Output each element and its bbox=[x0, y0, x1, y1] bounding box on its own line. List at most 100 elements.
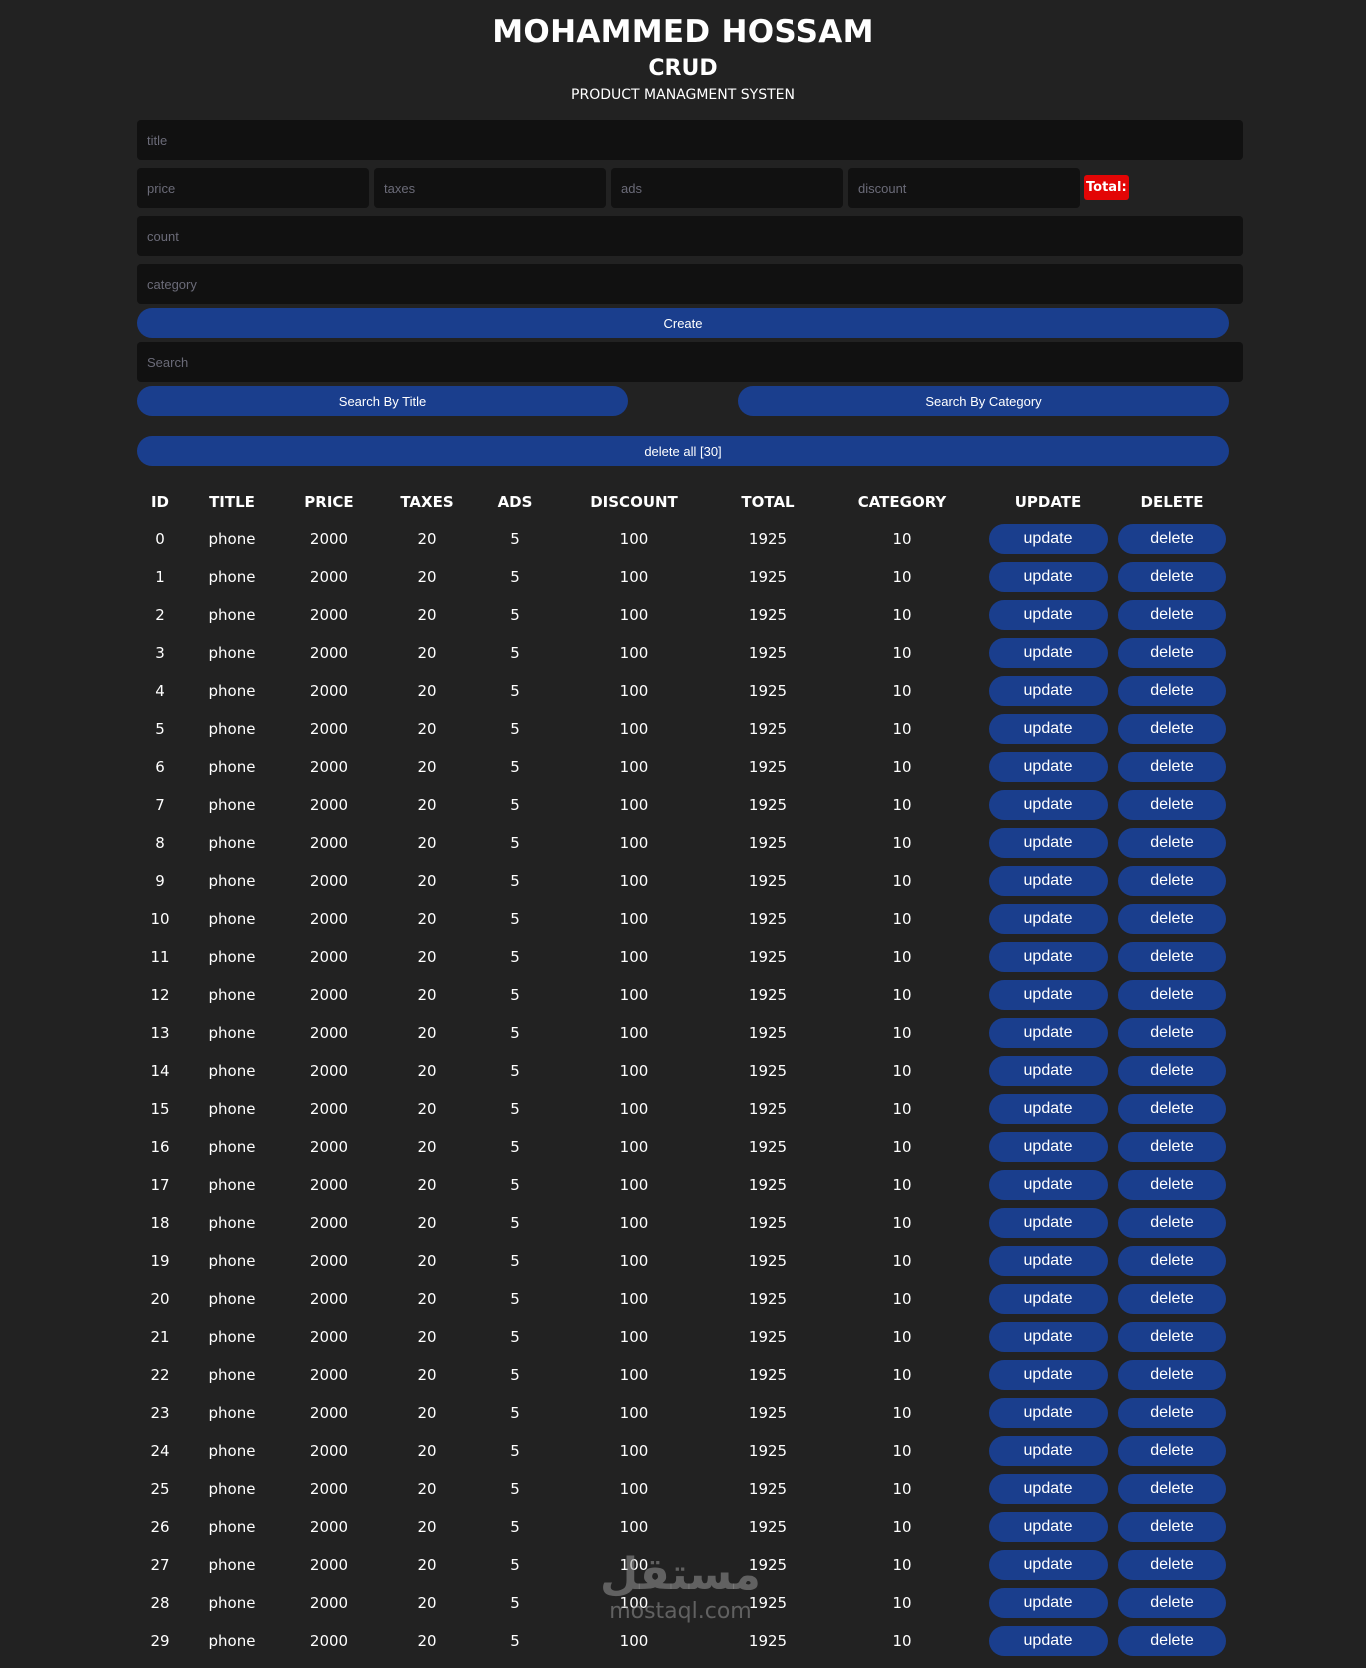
delete-button[interactable]: delete bbox=[1118, 1056, 1226, 1086]
delete-button[interactable]: delete bbox=[1118, 1588, 1226, 1618]
delete-button[interactable]: delete bbox=[1118, 1550, 1226, 1580]
price-input[interactable] bbox=[137, 168, 369, 208]
delete-button[interactable]: delete bbox=[1118, 524, 1226, 554]
cell-price: 2000 bbox=[309, 1176, 349, 1194]
delete-all-button[interactable]: delete all [30] bbox=[137, 436, 1229, 466]
delete-button[interactable]: delete bbox=[1118, 1322, 1226, 1352]
delete-button[interactable]: delete bbox=[1118, 1626, 1226, 1656]
update-button[interactable]: update bbox=[988, 562, 1108, 592]
delete-button[interactable]: delete bbox=[1118, 638, 1226, 668]
update-button[interactable]: update bbox=[988, 1398, 1108, 1428]
title-input[interactable] bbox=[137, 120, 1243, 160]
category-input[interactable] bbox=[137, 264, 1243, 304]
table-row: 13 phone 2000 20 5 100 1925 10 update delete bbox=[137, 1014, 1231, 1052]
delete-button[interactable]: delete bbox=[1118, 828, 1226, 858]
cell-title: phone bbox=[208, 1442, 256, 1460]
update-button[interactable]: update bbox=[988, 1436, 1108, 1466]
delete-button[interactable]: delete bbox=[1118, 1398, 1226, 1428]
delete-button[interactable]: delete bbox=[1118, 1360, 1226, 1390]
table-row: 5 phone 2000 20 5 100 1925 10 update delete bbox=[137, 710, 1231, 748]
update-button[interactable]: update bbox=[988, 1246, 1108, 1276]
update-button[interactable]: update bbox=[988, 1626, 1108, 1656]
delete-button[interactable]: delete bbox=[1118, 600, 1226, 630]
update-button[interactable]: update bbox=[988, 524, 1108, 554]
delete-button[interactable]: delete bbox=[1118, 1246, 1226, 1276]
update-button[interactable]: update bbox=[988, 1550, 1108, 1580]
cell-total: 1925 bbox=[748, 948, 788, 966]
update-button[interactable]: update bbox=[988, 1284, 1108, 1314]
update-button[interactable]: update bbox=[988, 904, 1108, 934]
cell-taxes: 20 bbox=[417, 1138, 437, 1156]
cell-category: 10 bbox=[892, 1366, 912, 1384]
update-button[interactable]: update bbox=[988, 638, 1108, 668]
delete-button[interactable]: delete bbox=[1118, 752, 1226, 782]
update-button[interactable]: update bbox=[988, 1360, 1108, 1390]
update-button[interactable]: update bbox=[988, 752, 1108, 782]
update-button[interactable]: update bbox=[988, 1056, 1108, 1086]
delete-button[interactable]: delete bbox=[1118, 980, 1226, 1010]
update-button[interactable]: update bbox=[988, 600, 1108, 630]
cell-category: 10 bbox=[892, 1594, 912, 1612]
delete-button[interactable]: delete bbox=[1118, 562, 1226, 592]
update-button[interactable]: update bbox=[988, 1018, 1108, 1048]
delete-button[interactable]: delete bbox=[1118, 714, 1226, 744]
header-discount: DISCOUNT bbox=[590, 493, 678, 511]
update-button[interactable]: update bbox=[988, 1474, 1108, 1504]
delete-button[interactable]: delete bbox=[1118, 866, 1226, 896]
search-by-category-button[interactable]: Search By Category bbox=[738, 386, 1229, 416]
cell-id: 19 bbox=[150, 1252, 170, 1270]
delete-button[interactable]: delete bbox=[1118, 790, 1226, 820]
search-by-title-button[interactable]: Search By Title bbox=[137, 386, 628, 416]
cell-ads: 5 bbox=[510, 1290, 520, 1308]
update-button[interactable]: update bbox=[988, 866, 1108, 896]
delete-button[interactable]: delete bbox=[1118, 676, 1226, 706]
cell-update: update bbox=[983, 976, 1113, 1014]
update-button[interactable]: update bbox=[988, 1512, 1108, 1542]
cell-discount: 100 bbox=[619, 1176, 649, 1194]
update-button[interactable]: update bbox=[988, 1132, 1108, 1162]
cell-update: update bbox=[983, 1394, 1113, 1432]
delete-button[interactable]: delete bbox=[1118, 1284, 1226, 1314]
cell-price: 2000 bbox=[309, 720, 349, 738]
table-row: 7 phone 2000 20 5 100 1925 10 update delete bbox=[137, 786, 1231, 824]
delete-button[interactable]: delete bbox=[1118, 1208, 1226, 1238]
cell-title: phone bbox=[208, 1404, 256, 1422]
cell-category: 10 bbox=[892, 1138, 912, 1156]
delete-button[interactable]: delete bbox=[1118, 1132, 1226, 1162]
update-button[interactable]: update bbox=[988, 714, 1108, 744]
delete-button[interactable]: delete bbox=[1118, 942, 1226, 972]
update-button[interactable]: update bbox=[988, 980, 1108, 1010]
search-input[interactable] bbox=[137, 342, 1243, 382]
app-name: CRUD bbox=[648, 56, 718, 81]
cell-taxes: 20 bbox=[417, 1328, 437, 1346]
update-button[interactable]: update bbox=[988, 942, 1108, 972]
delete-button[interactable]: delete bbox=[1118, 1018, 1226, 1048]
cell-taxes: 20 bbox=[417, 796, 437, 814]
update-button[interactable]: update bbox=[988, 1094, 1108, 1124]
cell-update: update bbox=[983, 824, 1113, 862]
create-button[interactable]: Create bbox=[137, 308, 1229, 338]
cell-delete: delete bbox=[1113, 1470, 1231, 1508]
delete-button[interactable]: delete bbox=[1118, 1512, 1226, 1542]
delete-button[interactable]: delete bbox=[1118, 1436, 1226, 1466]
update-button[interactable]: update bbox=[988, 1588, 1108, 1618]
ads-input[interactable] bbox=[611, 168, 843, 208]
delete-button[interactable]: delete bbox=[1118, 1094, 1226, 1124]
update-button[interactable]: update bbox=[988, 790, 1108, 820]
taxes-input[interactable] bbox=[374, 168, 606, 208]
cell-total: 1925 bbox=[748, 720, 788, 738]
update-button[interactable]: update bbox=[988, 1208, 1108, 1238]
delete-button[interactable]: delete bbox=[1118, 1474, 1226, 1504]
cell-id: 3 bbox=[155, 644, 165, 662]
cell-id: 5 bbox=[155, 720, 165, 738]
update-button[interactable]: update bbox=[988, 828, 1108, 858]
delete-button[interactable]: delete bbox=[1118, 1170, 1226, 1200]
update-button[interactable]: update bbox=[988, 1170, 1108, 1200]
delete-button[interactable]: delete bbox=[1118, 904, 1226, 934]
cell-ads: 5 bbox=[510, 910, 520, 928]
discount-input[interactable] bbox=[848, 168, 1080, 208]
cell-title: phone bbox=[208, 1062, 256, 1080]
update-button[interactable]: update bbox=[988, 676, 1108, 706]
update-button[interactable]: update bbox=[988, 1322, 1108, 1352]
count-input[interactable] bbox=[137, 216, 1243, 256]
